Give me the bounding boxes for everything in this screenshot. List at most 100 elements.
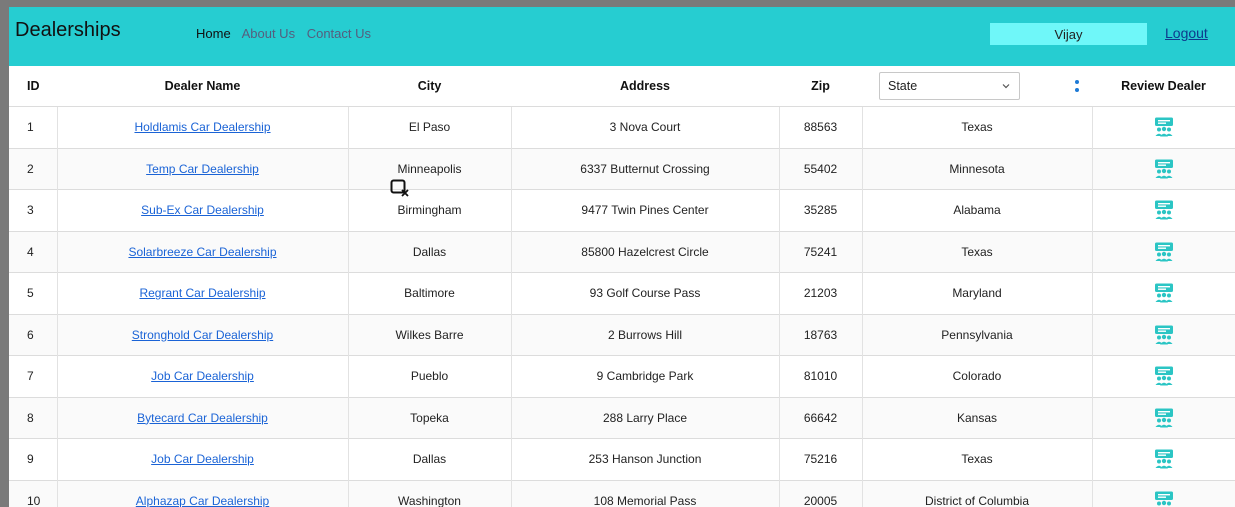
dealer-address-cell: 253 Hanson Junction xyxy=(510,438,779,480)
dealer-name-cell: Solarbreeze Car Dealership xyxy=(56,230,348,273)
dealer-name-link[interactable]: Solarbreeze Car Dealership xyxy=(128,245,276,259)
dealer-zip-cell: 18763 xyxy=(778,313,862,356)
nav-about-link[interactable]: About Us xyxy=(242,26,295,41)
dealer-state-cell: Kansas xyxy=(861,396,1092,439)
dealer-address-cell: 6337 Butternut Crossing xyxy=(510,147,779,190)
dealer-name-cell: Stronghold Car Dealership xyxy=(56,313,348,356)
column-header-state: State xyxy=(862,66,1092,107)
dealer-zip-cell: 66642 xyxy=(778,396,862,439)
column-header-address: Address xyxy=(511,66,779,107)
column-header-city: City xyxy=(348,66,511,107)
review-people-icon[interactable] xyxy=(1154,491,1174,507)
dealer-zip-cell: 88563 xyxy=(778,106,862,148)
state-filter-select[interactable]: State xyxy=(879,72,1020,100)
dealer-address-cell: 288 Larry Place xyxy=(510,396,779,439)
dealer-name-link[interactable]: Regrant Car Dealership xyxy=(139,286,265,300)
dealer-state-cell: District of Columbia xyxy=(861,479,1092,507)
dealer-city-cell: Wilkes Barre xyxy=(347,313,511,356)
dealer-city-cell: Pueblo xyxy=(347,355,511,397)
review-people-icon[interactable] xyxy=(1154,159,1174,179)
dealer-zip-cell: 20005 xyxy=(778,479,862,507)
dealer-id-cell: 3 xyxy=(9,189,57,231)
dealer-zip-cell: 21203 xyxy=(778,272,862,314)
table-row: 4 Solarbreeze Car Dealership Dallas 8580… xyxy=(9,230,1235,273)
dealer-id-cell: 6 xyxy=(9,313,57,356)
logout-link[interactable]: Logout xyxy=(1165,25,1208,41)
review-people-icon[interactable] xyxy=(1154,449,1174,469)
dealer-name-cell: Sub-Ex Car Dealership xyxy=(56,189,348,231)
dealer-id-cell: 10 xyxy=(9,479,57,507)
dealer-state-cell: Texas xyxy=(861,438,1092,480)
review-dealer-cell xyxy=(1091,313,1235,356)
review-dealer-cell xyxy=(1091,396,1235,439)
dealer-name-cell: Regrant Car Dealership xyxy=(56,272,348,314)
username-display: Vijay xyxy=(990,23,1147,45)
dealer-id-cell: 9 xyxy=(9,438,57,480)
table-row: 7 Job Car Dealership Pueblo 9 Cambridge … xyxy=(9,355,1235,397)
dealer-name-link[interactable]: Temp Car Dealership xyxy=(146,162,259,176)
nav-home-link[interactable]: Home xyxy=(196,26,231,41)
dealer-address-cell: 9477 Twin Pines Center xyxy=(510,189,779,231)
dealer-name-cell: Job Car Dealership xyxy=(56,438,348,480)
review-dealer-cell xyxy=(1091,479,1235,507)
column-header-id: ID xyxy=(9,66,57,107)
dealer-city-cell: Washington xyxy=(347,479,511,507)
dealer-zip-cell: 81010 xyxy=(778,355,862,397)
dealer-name-link[interactable]: Holdlamis Car Dealership xyxy=(134,120,270,134)
dealer-state-cell: Minnesota xyxy=(861,147,1092,190)
review-dealer-cell xyxy=(1091,272,1235,314)
review-dealer-cell xyxy=(1091,147,1235,190)
dealer-city-cell: El Paso xyxy=(347,106,511,148)
dealer-city-cell: Topeka xyxy=(347,396,511,439)
review-dealer-cell xyxy=(1091,106,1235,148)
dealer-address-cell: 3 Nova Court xyxy=(510,106,779,148)
dealer-zip-cell: 35285 xyxy=(778,189,862,231)
column-header-zip: Zip xyxy=(779,66,862,107)
table-row: 6 Stronghold Car Dealership Wilkes Barre… xyxy=(9,313,1235,356)
dealer-id-cell: 2 xyxy=(9,147,57,190)
dealer-city-cell: Dallas xyxy=(347,438,511,480)
dealer-id-cell: 1 xyxy=(9,106,57,148)
dealer-state-cell: Maryland xyxy=(861,272,1092,314)
dealer-zip-cell: 55402 xyxy=(778,147,862,190)
table-row: 3 Sub-Ex Car Dealership Birmingham 9477 … xyxy=(9,189,1235,231)
dealer-city-cell: Minneapolis xyxy=(347,147,511,190)
dealers-table: ID Dealer Name City Address Zip State Re… xyxy=(9,66,1235,507)
review-dealer-cell xyxy=(1091,230,1235,273)
table-row: 5 Regrant Car Dealership Baltimore 93 Go… xyxy=(9,272,1235,314)
dealer-name-link[interactable]: Job Car Dealership xyxy=(151,452,254,466)
dealer-state-cell: Colorado xyxy=(861,355,1092,397)
dealer-name-link[interactable]: Alphazap Car Dealership xyxy=(136,494,269,507)
dealer-state-cell: Texas xyxy=(861,230,1092,273)
review-dealer-cell xyxy=(1091,355,1235,397)
dealer-zip-cell: 75241 xyxy=(778,230,862,273)
review-people-icon[interactable] xyxy=(1154,325,1174,345)
dealer-name-link[interactable]: Bytecard Car Dealership xyxy=(137,411,268,425)
dealer-city-cell: Baltimore xyxy=(347,272,511,314)
nav-contact-link[interactable]: Contact Us xyxy=(307,26,371,41)
table-row: 8 Bytecard Car Dealership Topeka 288 Lar… xyxy=(9,396,1235,439)
dealer-id-cell: 8 xyxy=(9,396,57,439)
review-people-icon[interactable] xyxy=(1154,366,1174,386)
review-people-icon[interactable] xyxy=(1154,117,1174,137)
dealer-address-cell: 108 Memorial Pass xyxy=(510,479,779,507)
dealer-name-link[interactable]: Sub-Ex Car Dealership xyxy=(141,203,264,217)
review-people-icon[interactable] xyxy=(1154,200,1174,220)
dealer-id-cell: 7 xyxy=(9,355,57,397)
more-options-icon[interactable] xyxy=(1075,80,1079,92)
review-people-icon[interactable] xyxy=(1154,408,1174,428)
review-people-icon[interactable] xyxy=(1154,283,1174,303)
dealer-name-link[interactable]: Stronghold Car Dealership xyxy=(132,328,273,342)
review-people-icon[interactable] xyxy=(1154,242,1174,262)
app-window: Dealerships Home About Us Contact Us Vij… xyxy=(9,7,1235,507)
dealer-name-cell: Holdlamis Car Dealership xyxy=(56,106,348,148)
dealer-name-cell: Bytecard Car Dealership xyxy=(56,396,348,439)
dealer-name-link[interactable]: Job Car Dealership xyxy=(151,369,254,383)
review-dealer-cell xyxy=(1091,189,1235,231)
main-nav: Home About Us Contact Us xyxy=(196,26,379,41)
dealer-name-cell: Job Car Dealership xyxy=(56,355,348,397)
state-select-value: State xyxy=(888,79,918,93)
dealer-id-cell: 5 xyxy=(9,272,57,314)
dealer-city-cell: Birmingham xyxy=(347,189,511,231)
dealer-state-cell: Alabama xyxy=(861,189,1092,231)
